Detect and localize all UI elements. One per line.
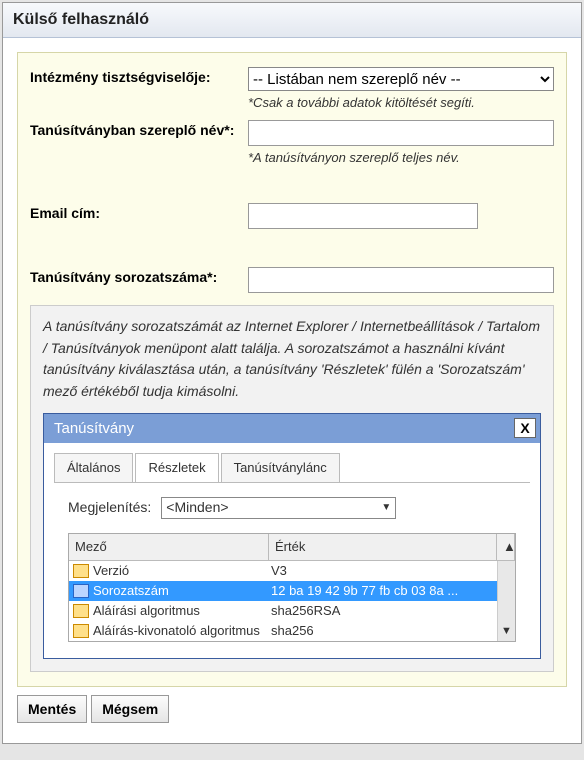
help-block: A tanúsítvány sorozatszámát az Internet … — [30, 305, 554, 672]
cell-value: 12 ba 19 42 9b 77 fb cb 03 8a ... — [271, 581, 497, 601]
dialog-title-bar: Külső felhasználó — [3, 3, 581, 38]
display-select[interactable]: <Minden> ▼ — [161, 497, 396, 519]
cell-field: Sorozatszám — [93, 581, 169, 601]
cert-table: Mező Érték ▲ Verzió V3 Sorozatszám 12 ba 19… — [68, 533, 516, 642]
cert-name-label: Tanúsítványban szereplő név*: — [30, 120, 248, 138]
email-input[interactable] — [248, 203, 478, 229]
scrollbar-track[interactable] — [497, 601, 515, 621]
chevron-down-icon: ▼ — [381, 500, 391, 516]
external-user-dialog: Külső felhasználó Intézmény tisztségvise… — [2, 2, 582, 744]
cell-field: Verzió — [93, 561, 129, 581]
doc-icon — [73, 624, 89, 638]
cert-name-hint: *A tanúsítványon szereplő teljes név. — [248, 150, 554, 165]
table-header: Mező Érték ▲ — [69, 534, 515, 561]
tab-details[interactable]: Részletek — [135, 453, 218, 482]
scrollbar-track[interactable]: ▼ — [497, 621, 515, 641]
cell-value: sha256RSA — [271, 601, 497, 621]
table-row[interactable]: Verzió V3 — [69, 561, 515, 581]
help-text: A tanúsítvány sorozatszámát az Internet … — [43, 316, 541, 403]
col-field[interactable]: Mező — [69, 534, 269, 560]
doc-icon — [73, 604, 89, 618]
table-row[interactable]: Sorozatszám 12 ba 19 42 9b 77 fb cb 03 8a… — [69, 581, 515, 601]
serial-label: Tanúsítvány sorozatszáma*: — [30, 267, 248, 285]
tab-body: Megjelenítés: <Minden> ▼ Mező Érték ▲ — [54, 482, 530, 648]
display-value: <Minden> — [166, 497, 228, 519]
cell-value: V3 — [271, 561, 497, 581]
field-institution: Intézmény tisztségviselője: -- Listában … — [30, 67, 554, 110]
table-row[interactable]: Aláírás-kivonatoló algoritmus sha256▼ — [69, 621, 515, 641]
dialog-content: Intézmény tisztségviselője: -- Listában … — [3, 38, 581, 743]
cert-tabs: Általános Részletek Tanúsítványlánc — [44, 443, 540, 482]
field-serial: Tanúsítvány sorozatszáma*: — [30, 267, 554, 293]
field-cert-name: Tanúsítványban szereplő név*: *A tanúsít… — [30, 120, 554, 165]
cert-window: Tanúsítvány X Általános Részletek Tanúsí… — [43, 413, 541, 660]
form-area: Intézmény tisztségviselője: -- Listában … — [17, 52, 567, 687]
email-label: Email cím: — [30, 203, 248, 221]
scrollbar-track[interactable] — [497, 561, 515, 581]
institution-select[interactable]: -- Listában nem szereplő név -- — [248, 67, 554, 91]
cancel-button[interactable]: Mégsem — [91, 695, 169, 723]
cert-name-input[interactable] — [248, 120, 554, 146]
table-row[interactable]: Aláírási algoritmus sha256RSA — [69, 601, 515, 621]
cert-title-bar: Tanúsítvány X — [44, 414, 540, 443]
col-value[interactable]: Érték — [269, 534, 497, 560]
button-row: Mentés Mégsem — [17, 687, 567, 733]
close-icon[interactable]: X — [514, 418, 536, 438]
institution-hint: *Csak a további adatok kitöltését segíti… — [248, 95, 554, 110]
scroll-up-icon[interactable]: ▲ — [497, 534, 515, 560]
cell-field: Aláírás-kivonatoló algoritmus — [93, 621, 260, 641]
cell-field: Aláírási algoritmus — [93, 601, 200, 621]
save-button[interactable]: Mentés — [17, 695, 87, 723]
institution-label: Intézmény tisztségviselője: — [30, 67, 248, 85]
table-rows: Verzió V3 Sorozatszám 12 ba 19 42 9b 77 fb … — [69, 561, 515, 641]
doc-icon — [73, 564, 89, 578]
serial-input[interactable] — [248, 267, 554, 293]
field-email: Email cím: — [30, 203, 554, 229]
cert-title-text: Tanúsítvány — [54, 417, 134, 440]
display-label: Megjelenítés: — [68, 497, 151, 519]
scrollbar-track[interactable] — [497, 581, 515, 601]
cell-value: sha256 — [271, 621, 497, 641]
dialog-title: Külső felhasználó — [13, 11, 571, 29]
doc-icon — [73, 584, 89, 598]
tab-chain[interactable]: Tanúsítványlánc — [221, 453, 340, 482]
tab-general[interactable]: Általános — [54, 453, 133, 482]
display-filter-row: Megjelenítés: <Minden> ▼ — [68, 497, 516, 519]
